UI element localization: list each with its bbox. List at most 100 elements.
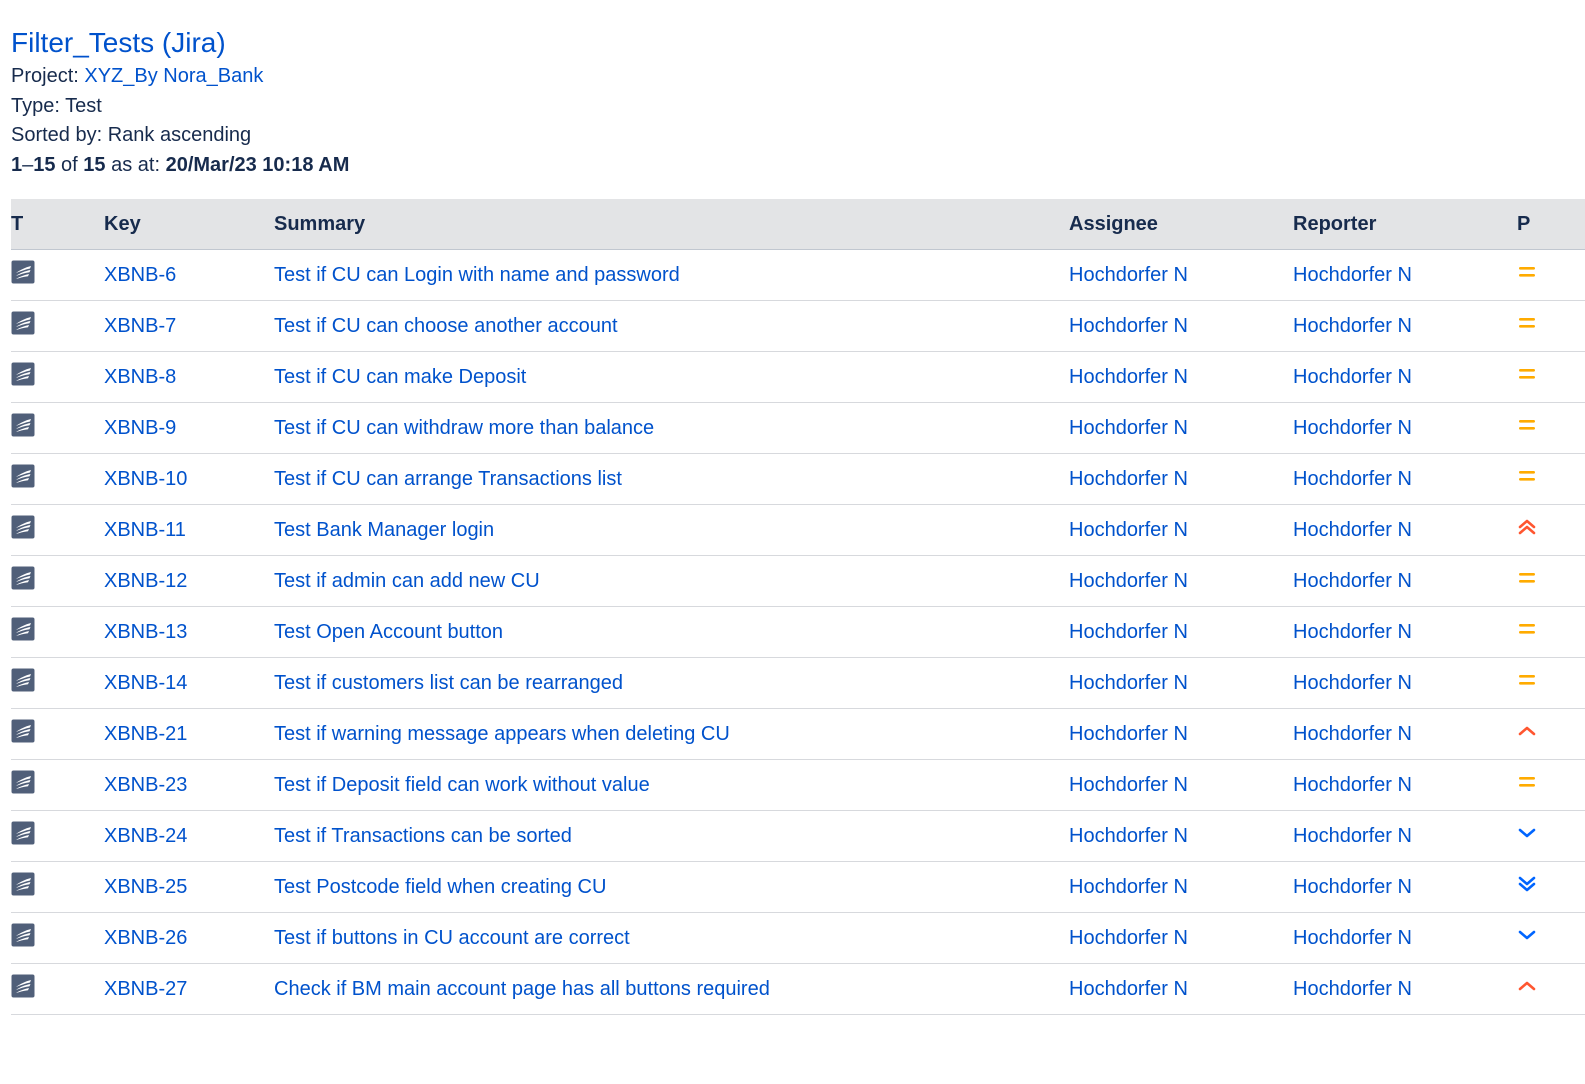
reporter-link[interactable]: Hochdorfer N [1293, 366, 1412, 388]
issue-key-link[interactable]: XBNB-25 [104, 876, 187, 898]
issue-summary-link[interactable]: Test if CU can choose another account [274, 315, 618, 337]
test-issue-type-icon[interactable] [11, 872, 35, 896]
issue-key-link[interactable]: XBNB-8 [104, 366, 176, 388]
summary-cell: Check if BM main account page has all bu… [274, 963, 1069, 1015]
assignee-link[interactable]: Hochdorfer N [1069, 468, 1188, 490]
issue-summary-link[interactable]: Test Open Account button [274, 621, 503, 643]
double-chevron-down-icon[interactable] [1517, 874, 1537, 894]
test-issue-type-icon[interactable] [11, 821, 35, 845]
column-header-type[interactable]: T [11, 199, 104, 250]
issue-key-link[interactable]: XBNB-21 [104, 723, 187, 745]
chevron-down-icon[interactable] [1517, 925, 1537, 945]
issue-key-link[interactable]: XBNB-27 [104, 978, 187, 1000]
issue-summary-link[interactable]: Test if CU can Login with name and passw… [274, 264, 680, 286]
assignee-link[interactable]: Hochdorfer N [1069, 366, 1188, 388]
assignee-link[interactable]: Hochdorfer N [1069, 570, 1188, 592]
assignee-link[interactable]: Hochdorfer N [1069, 264, 1188, 286]
reporter-link[interactable]: Hochdorfer N [1293, 774, 1412, 796]
reporter-link[interactable]: Hochdorfer N [1293, 315, 1412, 337]
issue-summary-link[interactable]: Test Bank Manager login [274, 519, 494, 541]
equals-icon[interactable] [1517, 313, 1537, 333]
reporter-link[interactable]: Hochdorfer N [1293, 264, 1412, 286]
double-chevron-up-icon[interactable] [1517, 517, 1537, 537]
chevron-down-icon[interactable] [1517, 823, 1537, 843]
issue-key-link[interactable]: XBNB-24 [104, 825, 187, 847]
assignee-link[interactable]: Hochdorfer N [1069, 621, 1188, 643]
issue-summary-link[interactable]: Test if customers list can be rearranged [274, 672, 623, 694]
assignee-link[interactable]: Hochdorfer N [1069, 723, 1188, 745]
issue-summary-link[interactable]: Test if admin can add new CU [274, 570, 540, 592]
assignee-link[interactable]: Hochdorfer N [1069, 927, 1188, 949]
reporter-link[interactable]: Hochdorfer N [1293, 468, 1412, 490]
test-issue-type-icon[interactable] [11, 464, 35, 488]
test-issue-type-icon[interactable] [11, 362, 35, 386]
reporter-link[interactable]: Hochdorfer N [1293, 723, 1412, 745]
reporter-link[interactable]: Hochdorfer N [1293, 417, 1412, 439]
issue-summary-link[interactable]: Test if Deposit field can work without v… [274, 774, 650, 796]
test-issue-type-icon[interactable] [11, 617, 35, 641]
summary-cell: Test if CU can make Deposit [274, 351, 1069, 403]
assignee-link[interactable]: Hochdorfer N [1069, 417, 1188, 439]
issue-key-link[interactable]: XBNB-6 [104, 264, 176, 286]
column-header-priority[interactable]: P [1517, 199, 1585, 250]
issue-summary-link[interactable]: Test if warning message appears when del… [274, 723, 730, 745]
assignee-link[interactable]: Hochdorfer N [1069, 519, 1188, 541]
chevron-up-icon[interactable] [1517, 976, 1537, 996]
equals-icon[interactable] [1517, 568, 1537, 588]
test-issue-type-icon[interactable] [11, 770, 35, 794]
reporter-link[interactable]: Hochdorfer N [1293, 621, 1412, 643]
test-issue-type-icon[interactable] [11, 413, 35, 437]
project-link[interactable]: XYZ_By Nora_Bank [84, 65, 263, 87]
reporter-link[interactable]: Hochdorfer N [1293, 672, 1412, 694]
equals-icon[interactable] [1517, 670, 1537, 690]
issue-summary-link[interactable]: Check if BM main account page has all bu… [274, 978, 770, 1000]
equals-icon[interactable] [1517, 619, 1537, 639]
issue-summary-link[interactable]: Test if CU can arrange Transactions list [274, 468, 622, 490]
reporter-link[interactable]: Hochdorfer N [1293, 876, 1412, 898]
issue-key-link[interactable]: XBNB-9 [104, 417, 176, 439]
test-issue-type-icon[interactable] [11, 974, 35, 998]
issue-key-link[interactable]: XBNB-26 [104, 927, 187, 949]
equals-icon[interactable] [1517, 364, 1537, 384]
issue-key-link[interactable]: XBNB-14 [104, 672, 187, 694]
column-header-assignee[interactable]: Assignee [1069, 199, 1293, 250]
issue-key-link[interactable]: XBNB-11 [104, 519, 186, 541]
test-issue-type-icon[interactable] [11, 668, 35, 692]
test-issue-type-icon[interactable] [11, 923, 35, 947]
issue-summary-link[interactable]: Test if buttons in CU account are correc… [274, 927, 630, 949]
issue-key-link[interactable]: XBNB-12 [104, 570, 187, 592]
column-header-summary[interactable]: Summary [274, 199, 1069, 250]
issue-key-link[interactable]: XBNB-7 [104, 315, 176, 337]
issue-key-link[interactable]: XBNB-10 [104, 468, 187, 490]
reporter-link[interactable]: Hochdorfer N [1293, 927, 1412, 949]
assignee-link[interactable]: Hochdorfer N [1069, 315, 1188, 337]
assignee-link[interactable]: Hochdorfer N [1069, 876, 1188, 898]
issue-summary-link[interactable]: Test Postcode field when creating CU [274, 876, 606, 898]
test-issue-type-icon[interactable] [11, 515, 35, 539]
reporter-link[interactable]: Hochdorfer N [1293, 570, 1412, 592]
equals-icon[interactable] [1517, 415, 1537, 435]
issue-summary-link[interactable]: Test if Transactions can be sorted [274, 825, 572, 847]
test-issue-type-icon[interactable] [11, 719, 35, 743]
column-header-reporter[interactable]: Reporter [1293, 199, 1517, 250]
test-issue-type-icon[interactable] [11, 566, 35, 590]
equals-icon[interactable] [1517, 772, 1537, 792]
column-header-key[interactable]: Key [104, 199, 274, 250]
equals-icon[interactable] [1517, 262, 1537, 282]
assignee-link[interactable]: Hochdorfer N [1069, 672, 1188, 694]
reporter-link[interactable]: Hochdorfer N [1293, 978, 1412, 1000]
reporter-link[interactable]: Hochdorfer N [1293, 519, 1412, 541]
test-issue-type-icon[interactable] [11, 311, 35, 335]
equals-icon[interactable] [1517, 466, 1537, 486]
issue-key-link[interactable]: XBNB-13 [104, 621, 187, 643]
assignee-link[interactable]: Hochdorfer N [1069, 774, 1188, 796]
assignee-link[interactable]: Hochdorfer N [1069, 978, 1188, 1000]
issue-summary-link[interactable]: Test if CU can make Deposit [274, 366, 526, 388]
issue-summary-link[interactable]: Test if CU can withdraw more than balanc… [274, 417, 654, 439]
issue-key-link[interactable]: XBNB-23 [104, 774, 187, 796]
chevron-up-icon[interactable] [1517, 721, 1537, 741]
filter-title-link[interactable]: Filter_Tests (Jira) [11, 24, 349, 62]
reporter-link[interactable]: Hochdorfer N [1293, 825, 1412, 847]
assignee-link[interactable]: Hochdorfer N [1069, 825, 1188, 847]
test-issue-type-icon[interactable] [11, 260, 35, 284]
